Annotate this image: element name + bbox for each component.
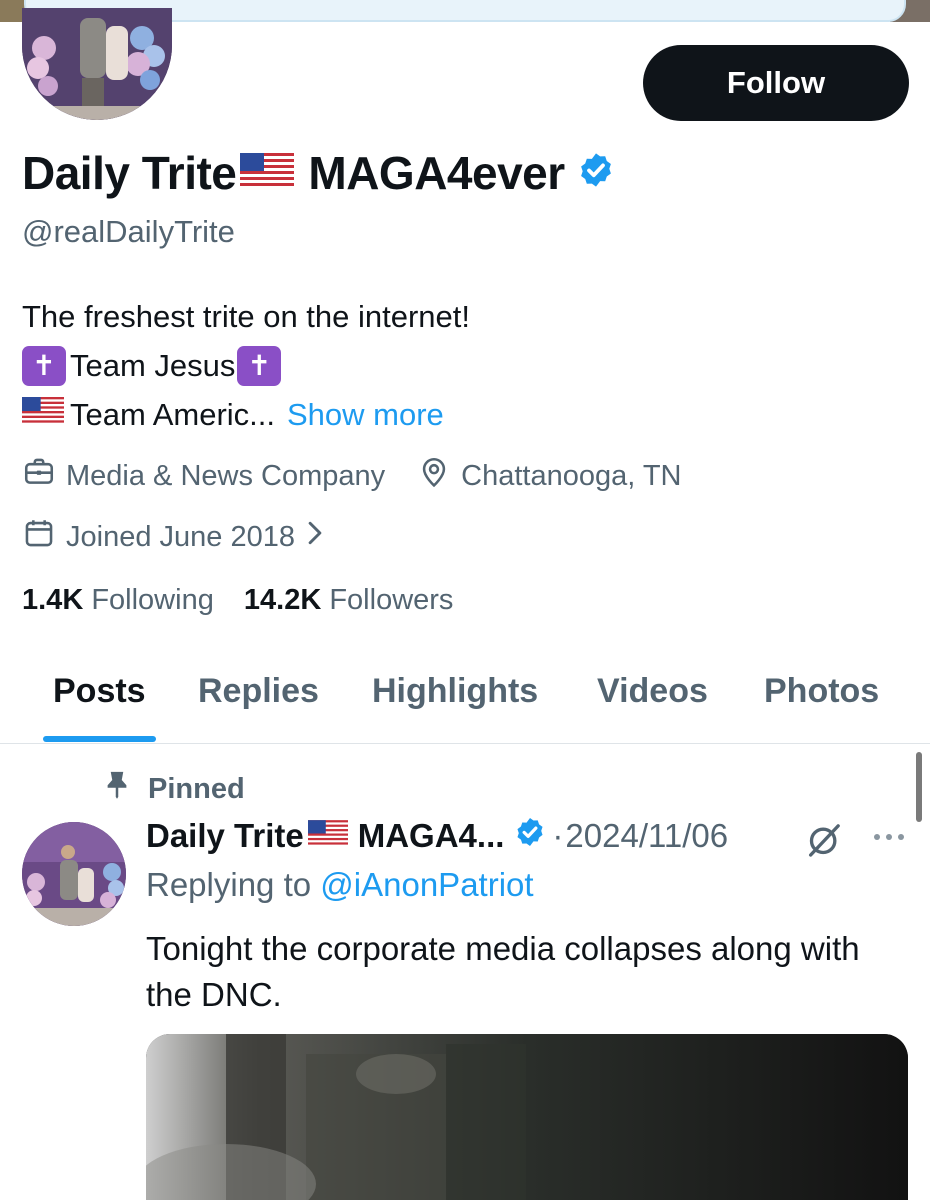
us-flag-icon — [22, 390, 64, 439]
profile-joined: Joined June 2018 — [66, 520, 295, 553]
profile-location: Chattanooga, TN — [461, 459, 682, 492]
scrollbar[interactable] — [916, 752, 922, 822]
post-author-name-part2[interactable]: MAGA4... — [358, 817, 505, 855]
post-author-name-part1[interactable]: Daily Trite — [146, 817, 304, 855]
calendar-icon — [22, 516, 56, 558]
tab-photos[interactable]: Photos — [764, 672, 879, 711]
following-link[interactable]: 1.4K Following — [22, 584, 214, 616]
tab-replies[interactable]: Replies — [198, 672, 319, 711]
profile-joined-row[interactable]: Joined June 2018 — [22, 516, 325, 558]
display-name-part1: Daily Trite — [22, 147, 237, 199]
post-video-thumbnail[interactable] — [146, 1034, 908, 1200]
post-separator: · — [552, 817, 564, 854]
post-author-avatar[interactable] — [22, 822, 126, 926]
post-date[interactable]: 2024/11/06 — [565, 817, 728, 855]
profile-tabs: Posts Replies Highlights Videos Photos — [0, 664, 930, 744]
tab-videos[interactable]: Videos — [597, 672, 708, 711]
tab-highlights[interactable]: Highlights — [372, 672, 538, 711]
replying-prefix: Replying to — [146, 866, 312, 903]
briefcase-icon — [22, 455, 56, 497]
show-more-link[interactable]: Show more — [287, 390, 444, 439]
profile-handle: @realDailyTrite — [22, 214, 235, 249]
bio-line-3-text: Team Americ... — [70, 397, 275, 432]
profile-meta-row: Media & News Company Chattanooga, TN — [22, 455, 681, 497]
followers-label: Followers — [329, 584, 454, 616]
post-text: Tonight the corporate media collapses al… — [146, 930, 860, 1013]
profile-category: Media & News Company — [66, 459, 386, 492]
bio-line-2-text: Team Jesus — [70, 348, 236, 383]
bio-line-1: The freshest trite on the internet! — [22, 299, 471, 334]
pin-icon — [104, 770, 130, 808]
following-count: 1.4K — [22, 584, 84, 616]
latin-cross-icon: ✝ — [22, 345, 66, 386]
verified-badge-icon[interactable] — [577, 146, 615, 200]
replying-to: Replying to @iAnonPatriot — [146, 866, 534, 904]
following-label: Following — [91, 584, 214, 616]
active-tab-indicator — [43, 736, 156, 742]
display-name: Daily Trite MAGA4ever — [22, 146, 615, 200]
more-dots-icon[interactable] — [872, 830, 906, 849]
post-header: Daily Trite MAGA4... · 2024/11/06 — [146, 816, 728, 856]
location-pin-icon — [417, 455, 451, 497]
bio-line-2: ✝ Team Jesus ✝ — [22, 341, 470, 390]
chevron-right-icon — [305, 520, 325, 554]
profile-bio: The freshest trite on the internet! ✝ Te… — [22, 292, 470, 439]
profile-avatar[interactable] — [22, 8, 172, 120]
us-flag-icon — [240, 146, 295, 200]
latin-cross-icon: ✝ — [237, 345, 282, 386]
follow-button[interactable]: Follow — [643, 45, 909, 121]
grok-icon[interactable] — [804, 820, 844, 865]
tab-posts[interactable]: Posts — [53, 672, 146, 711]
follow-counts: 1.4K Following 14.2K Followers — [22, 584, 453, 617]
verified-badge-icon[interactable] — [514, 816, 546, 856]
us-flag-icon — [307, 817, 348, 855]
replying-handle-link[interactable]: @iAnonPatriot — [320, 866, 533, 903]
pinned-label: Pinned — [148, 772, 245, 805]
pinned-indicator: Pinned — [104, 770, 245, 808]
display-name-part2: MAGA4ever — [308, 147, 565, 199]
followers-count: 14.2K — [243, 584, 322, 616]
bio-line-3: Team Americ... Show more — [22, 390, 470, 439]
followers-link[interactable]: 14.2K Followers — [244, 584, 454, 616]
